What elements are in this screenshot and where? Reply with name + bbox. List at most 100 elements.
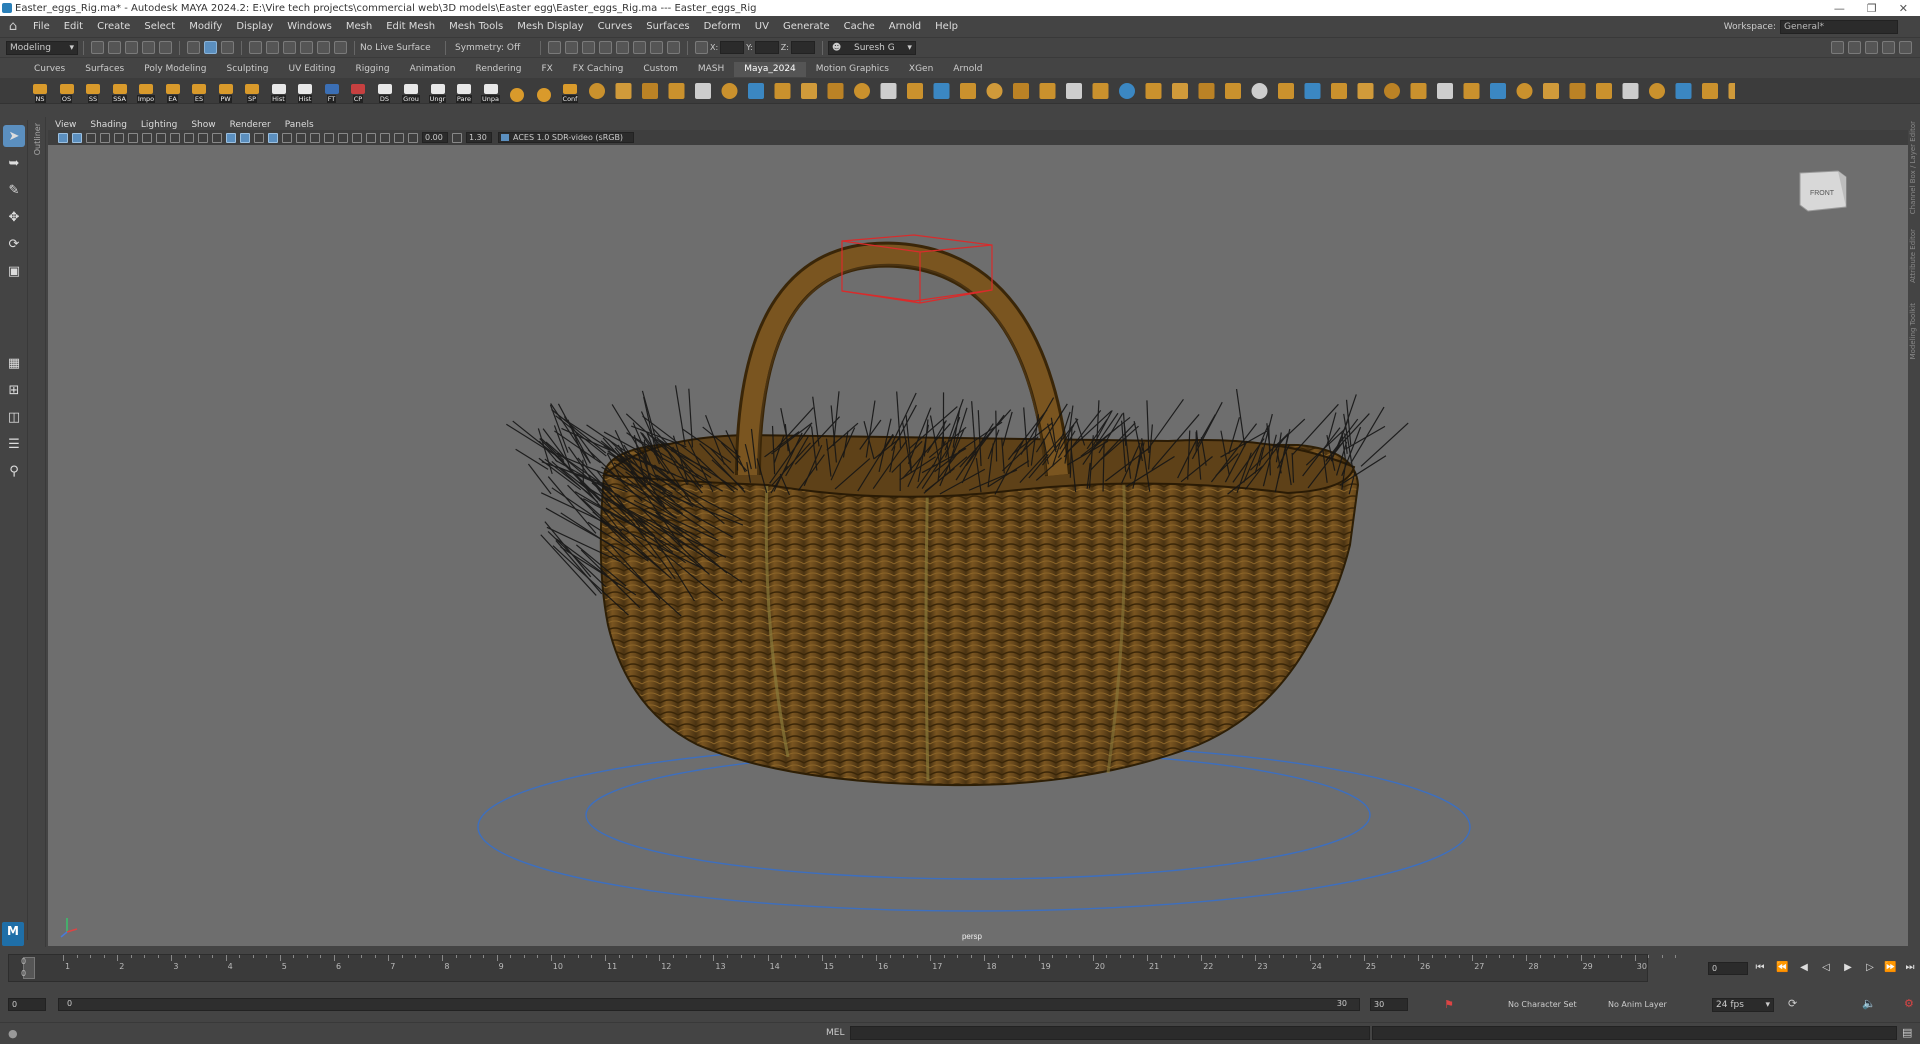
poly-tool-icon[interactable] [1516, 82, 1532, 99]
isolate-select-icon[interactable] [366, 132, 376, 143]
range-inner-start[interactable]: 0 [67, 999, 72, 1008]
save-scene-icon[interactable] [125, 41, 138, 54]
render-settings-icon[interactable] [599, 41, 612, 54]
poly-tool-icon[interactable] [986, 82, 1002, 99]
shadows-icon[interactable] [296, 132, 306, 143]
poly-tool-icon[interactable] [853, 82, 870, 99]
textured-icon[interactable] [268, 132, 278, 143]
panel-menu-shading[interactable]: Shading [83, 120, 134, 130]
shelf-tab-surfaces[interactable]: Surfaces [75, 62, 134, 77]
auto-key-icon[interactable]: ⚑ [1444, 998, 1454, 1011]
poly-tool-icon[interactable] [1277, 82, 1294, 99]
arnold-ipr-icon[interactable] [650, 41, 663, 54]
shelf-tab-custom[interactable]: Custom [633, 62, 687, 77]
snap-curve-icon[interactable] [266, 41, 279, 54]
poly-tool-icon[interactable] [1675, 82, 1691, 99]
poly-tool-icon[interactable] [1648, 82, 1665, 99]
sound-icon[interactable]: 🔈 [1862, 997, 1876, 1010]
pause-icon[interactable] [667, 41, 680, 54]
single-view-layout-icon[interactable]: ▦ [3, 352, 25, 374]
shelf-button-torus[interactable] [532, 79, 556, 103]
anti-aliasing-icon[interactable] [338, 132, 348, 143]
poly-tool-icon[interactable] [774, 82, 790, 99]
poly-tool-icon[interactable] [880, 82, 896, 99]
play-backwards-icon[interactable]: ◁ [1820, 962, 1832, 974]
close-icon[interactable]: ✕ [1899, 2, 1908, 15]
move-tool-icon[interactable]: ✥ [3, 206, 25, 228]
shelf-tab-poly-modeling[interactable]: Poly Modeling [134, 62, 216, 77]
poly-tool-icon[interactable] [1489, 82, 1506, 99]
menu-surfaces[interactable]: Surfaces [639, 21, 696, 32]
open-scene-icon[interactable] [108, 41, 121, 54]
panel-menu-show[interactable]: Show [184, 120, 222, 130]
panel-menu-lighting[interactable]: Lighting [134, 120, 184, 130]
shelf-button-pare[interactable]: Pare [452, 79, 476, 103]
outliner-toggle-icon[interactable] [1899, 41, 1912, 54]
rotate-tool-icon[interactable]: ⟳ [3, 233, 25, 255]
gamma-icon[interactable] [452, 132, 462, 143]
timeline-ruler[interactable]: 0 0 1 2 3 4 5 6 7 8 9 10 11 12 13 14 15 16 17 18 19 20 21 22 2… [8, 954, 1677, 982]
poly-tool-icon[interactable] [1224, 82, 1241, 99]
shelf-tab-motion-graphics[interactable]: Motion Graphics [806, 62, 899, 77]
viewport-scene[interactable]: FRONT persp [48, 145, 1908, 946]
home-icon[interactable]: ⌂ [4, 18, 22, 36]
x-field[interactable] [720, 41, 745, 54]
film-gate-icon[interactable] [128, 132, 138, 143]
script-editor-button-icon[interactable]: ▤ [1902, 1026, 1912, 1039]
color-space-select[interactable]: ACES 1.0 SDR-video (sRGB) [498, 132, 634, 143]
menu-mesh-tools[interactable]: Mesh Tools [442, 21, 510, 32]
shelf-button-pw[interactable]: PW [214, 79, 238, 103]
shelf-tab-sculpting[interactable]: Sculpting [216, 62, 278, 77]
poly-tool-icon[interactable] [1410, 82, 1426, 99]
outliner-layout-icon[interactable]: ☰ [3, 433, 25, 455]
poly-tool-icon[interactable] [615, 82, 631, 99]
menu-help[interactable]: Help [928, 21, 965, 32]
camera-attributes-icon[interactable] [72, 132, 82, 143]
poly-tool-icon[interactable] [827, 82, 843, 99]
step-back-key-icon[interactable]: ⏪ [1776, 962, 1788, 974]
poly-tool-icon[interactable] [906, 82, 923, 99]
menu-create[interactable]: Create [90, 21, 137, 32]
anim-prefs-icon[interactable]: ⚙ [1904, 997, 1914, 1010]
poly-tool-icon[interactable] [959, 82, 976, 99]
snap-view-icon[interactable] [300, 41, 313, 54]
default-material-icon[interactable] [240, 132, 250, 143]
script-editor-icon[interactable]: ● [8, 1027, 18, 1040]
poly-tool-icon[interactable] [1330, 82, 1347, 99]
exposure-icon[interactable] [408, 132, 418, 143]
outliner-tab[interactable]: Outliner [30, 117, 46, 947]
snap-surface-icon[interactable] [317, 41, 330, 54]
snap-live-icon[interactable] [334, 41, 347, 54]
menu-uv[interactable]: UV [748, 21, 776, 32]
select-tool-icon[interactable]: ➤ [3, 125, 25, 147]
shelf-button-hist-1[interactable]: Hist [267, 79, 291, 103]
step-back-frame-icon[interactable]: ◀ [1798, 962, 1810, 974]
menu-select[interactable]: Select [137, 21, 182, 32]
shelf-tab-mash[interactable]: MASH [688, 62, 734, 77]
viewport-persp[interactable]: FRONT persp [48, 145, 1908, 946]
panel-menu-renderer[interactable]: Renderer [223, 120, 278, 130]
shelf-button-ns[interactable]: NS [28, 79, 52, 103]
shelf-button-hist-2[interactable]: Hist [293, 79, 317, 103]
range-start-field[interactable]: 0 [8, 998, 46, 1011]
render-current-icon[interactable] [565, 41, 578, 54]
color-management-toggle-icon[interactable] [501, 134, 509, 141]
snap-point-icon[interactable] [283, 41, 296, 54]
shelf-tab-rigging[interactable]: Rigging [345, 62, 399, 77]
shelf-tab-uv-editing[interactable]: UV Editing [279, 62, 346, 77]
select-component-icon[interactable] [221, 41, 234, 54]
poly-tool-icon[interactable] [1701, 82, 1718, 99]
search-icon[interactable]: ⚲ [3, 460, 25, 482]
poly-tool-icon[interactable] [1357, 82, 1373, 99]
gamma-field[interactable]: 1.30 [466, 132, 492, 143]
menu-deform[interactable]: Deform [697, 21, 748, 32]
four-view-layout-icon[interactable]: ⊞ [3, 379, 25, 401]
select-object-icon[interactable] [204, 41, 217, 54]
new-scene-icon[interactable] [91, 41, 104, 54]
menu-arnold[interactable]: Arnold [882, 21, 928, 32]
attribute-editor-tab[interactable]: Attribute Editor [1909, 229, 1917, 283]
shelf-button-ss[interactable]: SS [81, 79, 105, 103]
poly-tool-icon[interactable] [933, 82, 949, 99]
y-field[interactable] [754, 41, 779, 54]
minimize-icon[interactable]: — [1834, 2, 1845, 15]
